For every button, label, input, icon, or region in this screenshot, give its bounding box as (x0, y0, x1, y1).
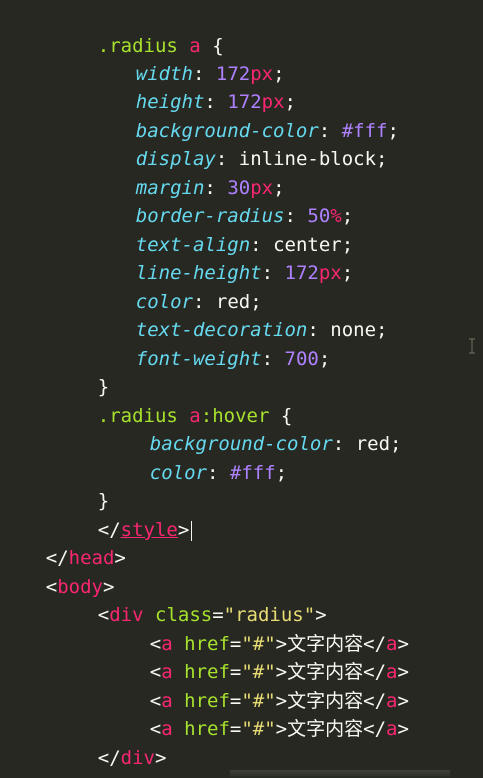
code-line: <a href="#">文字内容</a> (104, 687, 409, 740)
cut-off-status-bar (230, 770, 450, 778)
code-line: </body> (0, 744, 126, 778)
code-line: text-decoration: none; (90, 288, 388, 341)
code-line: color: #fff; (104, 431, 287, 484)
colon: : (261, 348, 274, 370)
link-text: 文字内容 (287, 718, 364, 740)
code-line: width: 172px; (90, 32, 285, 85)
css-value: red (355, 433, 391, 455)
code-line: <body> (0, 545, 115, 598)
html-attribute: href (184, 718, 230, 740)
semicolon: ; (387, 120, 399, 142)
css-unit: px (318, 262, 342, 284)
code-line: height: 172px; (90, 60, 296, 113)
semicolon: ; (376, 148, 388, 170)
code-line: </div> (52, 716, 167, 769)
code-line: .radius a:hover { (52, 374, 293, 427)
semicolon: ; (376, 319, 388, 341)
code-line: line-height: 172px; (90, 231, 353, 284)
code-line: background-color: red; (104, 402, 402, 455)
semicolon: ; (318, 348, 331, 370)
colon: : (261, 262, 274, 284)
text-cursor-icon (468, 338, 476, 354)
tag-close: > (397, 718, 409, 740)
code-line: font-weight: 700; (90, 317, 331, 370)
code-line: <a href="#">文字内容</a> (104, 659, 409, 712)
code-editor[interactable]: .radius a { width: 172px; height: 172px;… (0, 0, 483, 778)
colon: : (206, 462, 219, 484)
tag-close: > (154, 747, 167, 769)
css-number: 700 (284, 348, 319, 370)
code-line: color: red; (90, 260, 262, 313)
code-line: margin: 30px; (90, 146, 285, 199)
code-line: } (52, 459, 109, 512)
tag-close: > (177, 519, 190, 541)
code-line: display: inline-block; (90, 117, 388, 170)
code-line: } (52, 345, 109, 398)
code-line: </style> (52, 488, 193, 541)
code-line: .radius a { (52, 4, 224, 57)
css-value: #fff (229, 462, 276, 484)
html-tag: a (386, 718, 398, 740)
code-line: border-radius: 50%; (90, 174, 353, 227)
semicolon: ; (341, 262, 354, 284)
tag-close: > (114, 547, 126, 569)
tag-open: </ (363, 718, 387, 740)
text-caret (191, 520, 193, 541)
css-property: color (149, 462, 207, 484)
css-number: 172 (284, 262, 319, 284)
tag-close: > (275, 718, 288, 740)
code-line: </head> (0, 516, 126, 569)
css-value: none (330, 319, 377, 341)
semicolon: ; (275, 462, 288, 484)
code-line: <div class="radius"> (52, 573, 327, 626)
css-property: font-weight (135, 348, 262, 370)
semicolon: ; (390, 433, 402, 455)
code-line: <a href="#">文字内容</a> (104, 602, 409, 655)
code-line: <a href="#">文字内容</a> (104, 630, 409, 683)
html-string: "#" (241, 718, 276, 740)
colon: : (332, 433, 345, 455)
equals: = (229, 718, 242, 740)
html-tag: style (120, 519, 178, 541)
code-line: text-align: center; (90, 203, 353, 256)
code-line: background-color: #fff; (90, 89, 399, 142)
